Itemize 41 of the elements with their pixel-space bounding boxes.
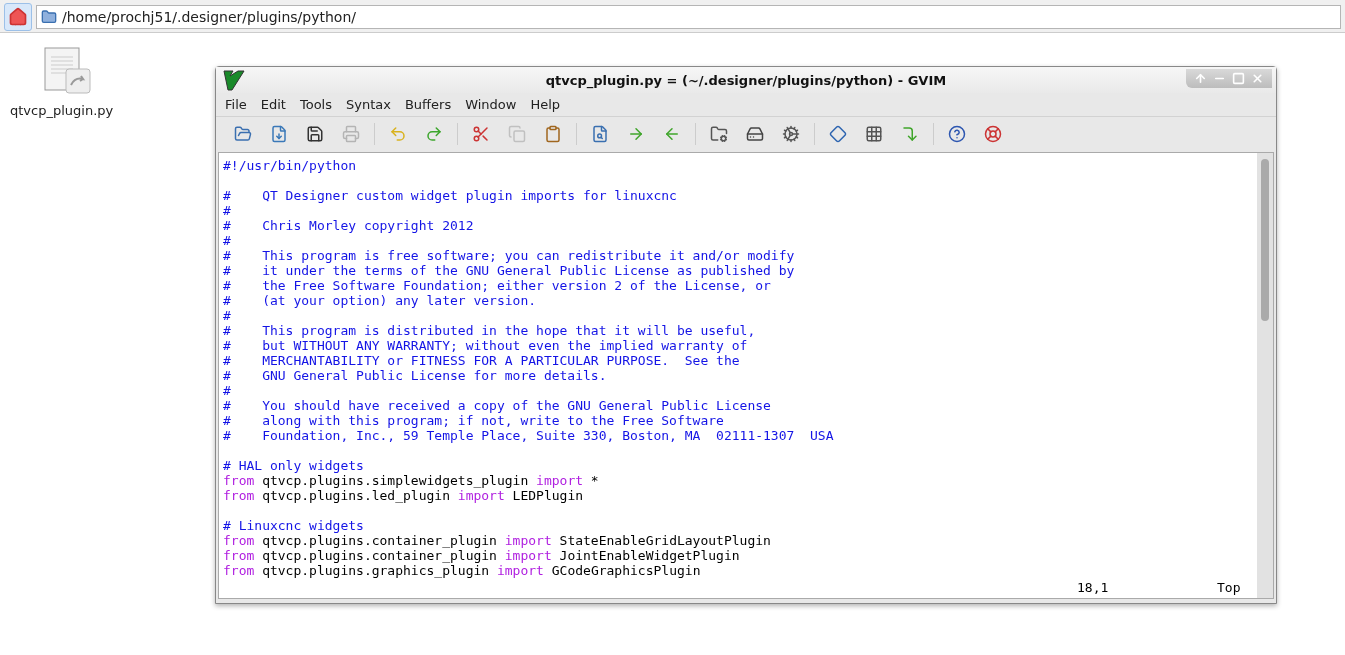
menu-item[interactable]: Window [458,96,524,112]
code-line: # [223,383,232,398]
menu-item[interactable]: File [218,96,254,112]
code-line: # Linuxcnc widgets [223,518,365,533]
code-line: # This program is free software; you can redistribute it and/or modify [223,248,796,263]
scroll-position: Top [1217,579,1242,597]
menu-item[interactable]: Edit [253,96,293,112]
code-line: # (at your option) any later version. [223,293,538,308]
code-line: from qtvcp.plugins.container_plugin import StateEnableGridLayoutPlugin [223,533,772,548]
file-name: qtvcp_plugin.py [10,103,114,118]
code-line: # QT Designer custom widget plugin imports for linuxcnc [223,188,678,203]
code-line: # [223,308,232,323]
home-button[interactable] [4,3,32,31]
scrollbar-thumb[interactable] [1261,159,1269,321]
menu-item[interactable]: Help [523,96,568,112]
address-field[interactable]: /home/prochj51/.designer/plugins/python/ [36,5,1341,29]
code-line: # Chris Morley copyright 2012 [223,218,475,233]
code-line: # along with this program; if not, write to the Free Software [223,413,725,428]
code-line: # [223,203,232,218]
code-line: # [223,233,232,248]
window-title: qtvcp_plugin.py = (~/.designer/plugins/python) - GVIM [544,72,948,88]
code-line: # Foundation, Inc., 59 Temple Place, Suite 330, Boston, MA 02111-1307 USA [223,428,835,443]
code-line: # HAL only widgets [223,458,365,473]
code-line: # This program is distributed in the hope that it will be useful, [223,323,757,338]
code-line: # but WITHOUT ANY WARRANTY; without even the implied warranty of [223,338,749,353]
code-line: # GNU General Public License for more details. [223,368,608,383]
code-line: # the Free Software Foundation; either version 2 of the License, or [223,278,772,293]
folder-icon [41,9,57,25]
code-line: from qtvcp.plugins.simplewidgets_plugin import * [223,473,600,488]
code-line: from qtvcp.plugins.graphics_plugin import GCodeGraphicsPlugin [223,563,702,578]
cursor-position: 18,1 [1077,579,1110,597]
menu-item[interactable]: Tools [292,96,339,112]
code-line: # MERCHANTABILITY or FITNESS FOR A PARTICULAR PURPOSE. See the [223,353,741,368]
code-line: # You should have received a copy of the GNU General Public License [223,398,772,413]
menu-item[interactable]: Syntax [339,96,398,112]
vim-logo-icon [222,68,246,93]
code-line: from qtvcp.plugins.led_plugin import LEDPlugin [223,488,585,503]
code-line: #!/usr/bin/python [223,158,358,173]
code-line: from qtvcp.plugins.container_plugin import JointEnableWidgetPlugin [223,548,741,563]
code-line: # it under the terms of the GNU General Public License as published by [223,263,796,278]
menu-item[interactable]: Buffers [397,96,459,112]
